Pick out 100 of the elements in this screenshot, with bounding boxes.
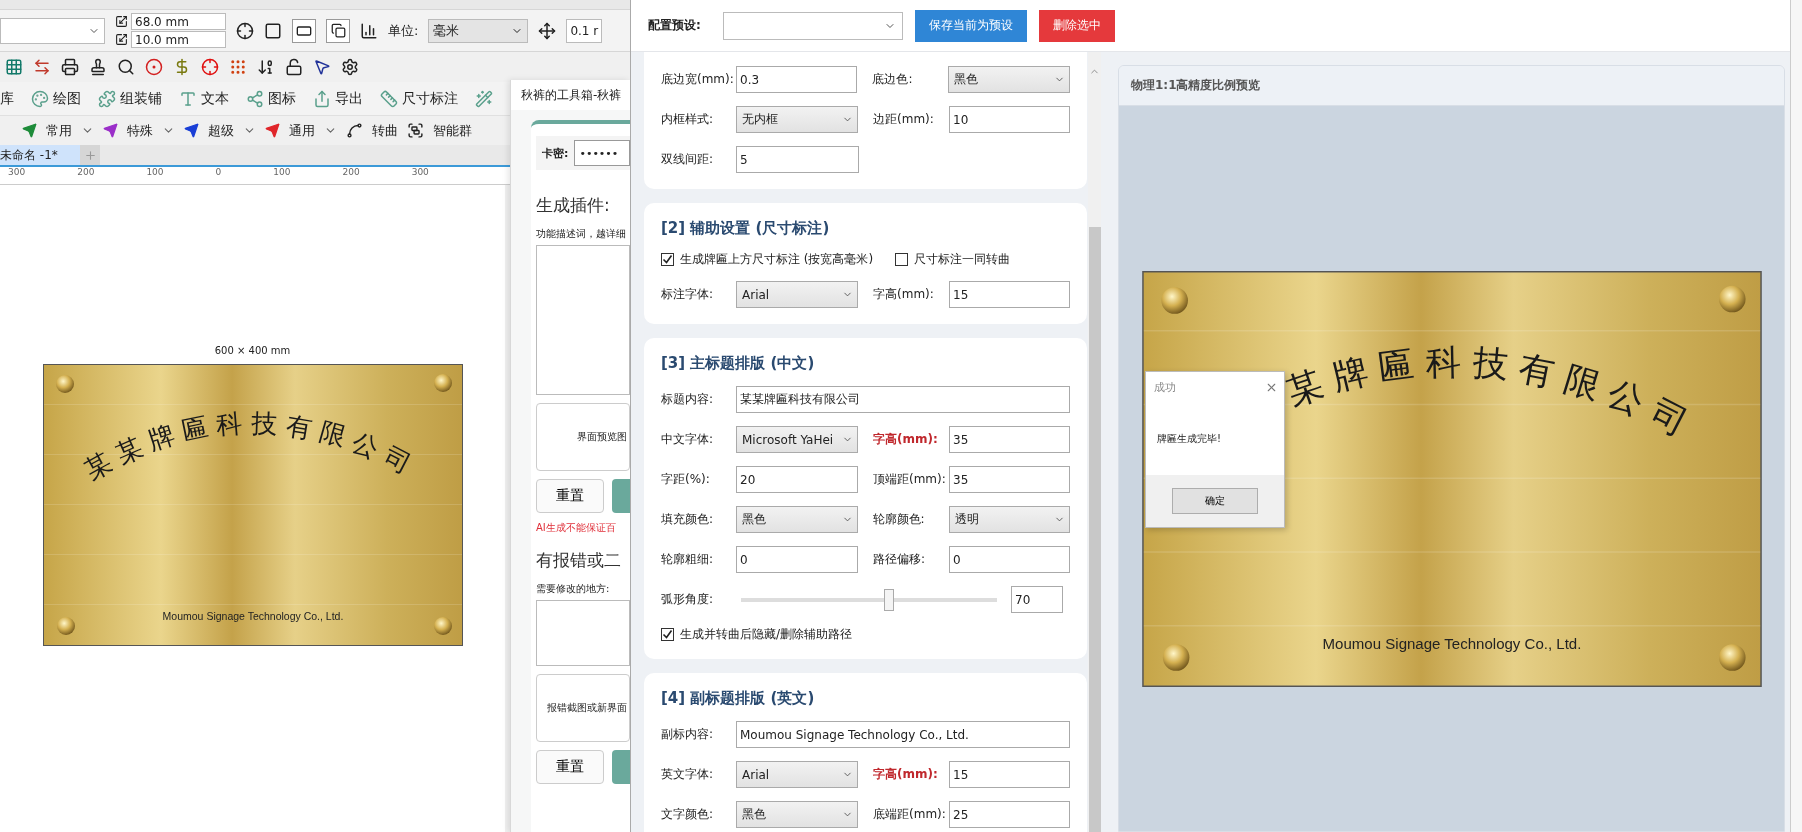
text-field[interactable]: 0 [949, 546, 1070, 573]
text-field[interactable]: 某某牌匾科技有限公司 [736, 386, 1070, 413]
field-label: 副标内容: [661, 726, 715, 743]
dialog-title: 成功 [1154, 379, 1176, 395]
menu-item[interactable]: 图标 [246, 89, 296, 108]
ok-button[interactable]: 确定 [1172, 488, 1258, 514]
tool-button[interactable]: 特殊 [127, 121, 153, 140]
unlock-icon[interactable] [285, 58, 303, 76]
tool-button[interactable]: 转曲 [372, 121, 398, 140]
reset-button[interactable]: 重置 [536, 750, 604, 784]
scrollbar[interactable] [1088, 52, 1101, 832]
field-label: 字高(mm): [873, 286, 935, 303]
plate-subtitle: Moumou Signage Technology Co., Ltd. [1322, 634, 1581, 652]
portrait-icon[interactable] [264, 21, 282, 40]
ruler-number: 200 [77, 167, 95, 177]
tool-button[interactable]: 常用 [46, 121, 72, 140]
document-tab[interactable]: 未命名 -1* [0, 145, 80, 165]
print-icon[interactable] [61, 58, 79, 76]
text-field[interactable]: 0 [736, 546, 858, 573]
menu-item[interactable]: 库 [0, 89, 14, 108]
preset-label: 配置预设: [648, 17, 701, 34]
search-icon[interactable] [117, 58, 135, 76]
select-field[interactable]: 黑色 [736, 801, 858, 828]
reset-button[interactable]: 重置 [536, 479, 604, 513]
field-label: 需要修改的地方: [536, 582, 611, 596]
dialog-message: 牌匾生成完毕! [1156, 431, 1222, 446]
copy-button[interactable] [326, 18, 350, 43]
field-label: 底边宽(mm): [661, 71, 735, 88]
ruler-number: 300 [8, 167, 26, 177]
menu-item[interactable]: 组装铺 [98, 89, 162, 108]
field-label: 卡密: [542, 145, 569, 161]
select-field[interactable]: Arial [736, 281, 858, 308]
tool-button[interactable]: 超级 [208, 121, 234, 140]
image-drop-area[interactable]: 报错截图或新界面 [536, 674, 630, 742]
checkbox[interactable] [661, 628, 674, 641]
text-field[interactable]: Moumou Signage Technology Co., Ltd. [736, 721, 1070, 748]
pointer-icon[interactable] [313, 58, 331, 76]
text-field[interactable]: 35 [949, 426, 1070, 453]
width-field[interactable]: 68.0 mm [131, 13, 226, 30]
select-field[interactable]: 黑色 [736, 506, 858, 533]
export-icon [313, 89, 331, 108]
ruler-number: 100 [146, 167, 164, 177]
nudge-field[interactable]: 0.1 r [566, 18, 603, 43]
select-field[interactable]: Arial [736, 761, 858, 788]
tool-button[interactable]: 通用 [289, 121, 315, 140]
text-field[interactable]: 5 [736, 146, 859, 173]
window-title: 秋裤的工具箱-秋裤 [511, 80, 630, 110]
field-label: 双线间距: [661, 151, 715, 168]
text-field[interactable]: 70 [1011, 586, 1063, 613]
checkbox[interactable] [895, 253, 909, 266]
text-field[interactable]: 0.3 [736, 66, 858, 93]
save-preset-button[interactable]: 保存当前为预设 [914, 9, 1027, 42]
menu-item[interactable]: 绘图 [31, 89, 81, 108]
transform-icon[interactable] [236, 21, 254, 40]
card-heading: [4] 副标题排版 (英文) [661, 689, 816, 708]
select-field[interactable]: 透明 [948, 506, 1070, 533]
unit-select[interactable]: 毫米 [428, 18, 529, 43]
landscape-button[interactable] [292, 18, 316, 43]
checkbox[interactable] [661, 253, 674, 266]
select-field[interactable]: 黑色 [948, 66, 1070, 93]
move-icon[interactable] [538, 21, 557, 40]
text-field[interactable]: 15 [949, 761, 1070, 788]
settings-icon[interactable] [341, 58, 359, 76]
password-field[interactable]: •••••• [574, 140, 630, 166]
magic-wand-icon [475, 89, 493, 108]
bar-chart-icon[interactable] [360, 21, 378, 40]
select-field[interactable]: Microsoft YaHei [736, 426, 858, 453]
sort-icon[interactable] [257, 58, 275, 76]
text-field[interactable]: 15 [949, 281, 1070, 308]
swap-icon[interactable] [33, 58, 51, 76]
height-field[interactable]: 10.0 mm [131, 31, 226, 48]
field-label: 路径偏移: [873, 551, 927, 568]
text-field[interactable]: 25 [949, 801, 1070, 828]
plate-title: 某某牌匾科技有限公司 [78, 407, 416, 486]
slider-thumb[interactable] [884, 588, 895, 611]
ruler-number: 200 [342, 167, 360, 177]
field-label: 填充颜色: [661, 511, 715, 528]
menu-item[interactable]: 文本 [179, 89, 229, 108]
tool-button[interactable]: 智能群 [433, 121, 472, 140]
checkbox-label: 生成并转曲后隐藏/删除辅助路径 [680, 626, 853, 643]
grid-icon[interactable] [5, 58, 23, 76]
select-field[interactable]: 无内框 [736, 106, 858, 133]
text-field[interactable]: 35 [949, 466, 1070, 493]
image-drop-area[interactable]: 界面预览图 [536, 403, 630, 471]
dots-grid-icon[interactable] [229, 58, 247, 76]
menu-item[interactable]: 尺寸标注 [380, 89, 458, 108]
field-label: 边距(mm): [873, 111, 935, 128]
screw-icon [1718, 285, 1746, 313]
section-heading: 有报错或二 [536, 549, 622, 572]
stamp-icon[interactable] [89, 58, 107, 76]
crosshair-icon[interactable] [201, 58, 219, 76]
width-icon [115, 15, 128, 28]
menu-item[interactable]: 导出 [313, 89, 363, 108]
target-icon[interactable] [145, 58, 163, 76]
delete-button[interactable]: 删除选中 [1038, 9, 1115, 42]
screw-icon [433, 617, 452, 635]
ruler-icon [380, 89, 398, 108]
text-field[interactable]: 10 [949, 106, 1070, 133]
curve-icon [346, 122, 363, 139]
text-field[interactable]: 20 [736, 466, 858, 493]
